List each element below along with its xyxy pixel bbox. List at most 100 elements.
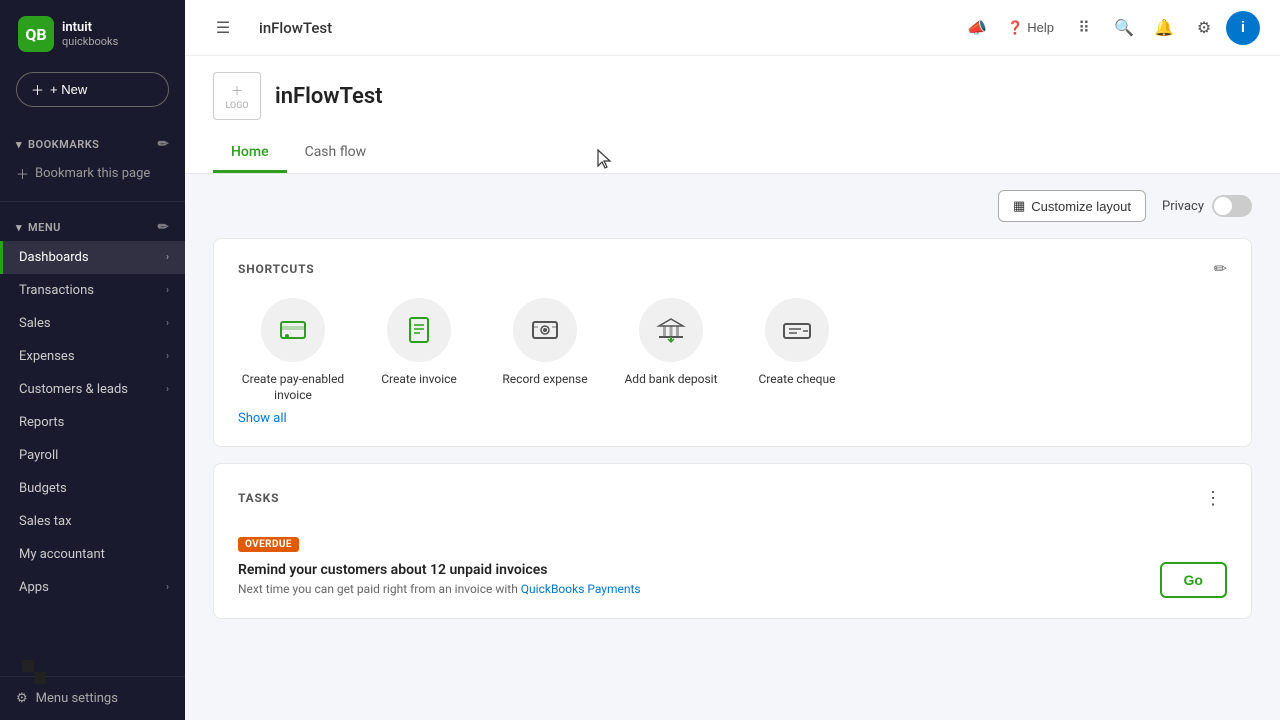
sidebar-item-dashboards[interactable]: Dashboards › bbox=[0, 241, 185, 274]
bottom-logo-icon bbox=[20, 658, 48, 690]
apps-grid-icon: ⠿ bbox=[1078, 18, 1090, 38]
sidebar-item-reports[interactable]: Reports bbox=[0, 406, 185, 439]
new-button[interactable]: ＋ + New bbox=[16, 72, 169, 107]
shortcut-label-pay-enabled: Create pay-enabled invoice bbox=[238, 372, 348, 403]
shortcut-icon-cheque bbox=[765, 298, 829, 362]
help-button[interactable]: ❓ Help bbox=[999, 14, 1062, 42]
company-header: ＋ LOGO inFlowTest Home Cash flow bbox=[185, 56, 1280, 174]
shortcut-create-invoice[interactable]: Create invoice bbox=[364, 298, 474, 403]
gear-icon: ⚙ bbox=[1197, 18, 1211, 38]
tasks-section-title: TASKS bbox=[238, 491, 279, 505]
plus-icon: ＋ bbox=[31, 80, 44, 99]
sidebar-item-apps[interactable]: Apps › bbox=[0, 571, 185, 604]
help-label: Help bbox=[1027, 20, 1054, 35]
task-title: Remind your customers about 12 unpaid in… bbox=[238, 562, 1144, 578]
show-all-label: Show all bbox=[238, 411, 287, 426]
sidebar-item-customers-leads[interactable]: Customers & leads › bbox=[0, 373, 185, 406]
notifications-icon-btn[interactable]: 🔔 bbox=[1146, 10, 1182, 46]
sidebar-item-transactions[interactable]: Transactions › bbox=[0, 274, 185, 307]
expenses-chevron: › bbox=[166, 351, 169, 362]
sidebar: QB intuit quickbooks ＋ + New ▾ BOOKMARKS… bbox=[0, 0, 185, 720]
three-dots-icon: ⋮ bbox=[1204, 488, 1222, 509]
user-avatar-btn[interactable]: i bbox=[1226, 11, 1260, 45]
tabs: Home Cash flow bbox=[213, 134, 1252, 173]
shortcut-label-bank-deposit: Add bank deposit bbox=[624, 372, 717, 388]
tab-home-label: Home bbox=[231, 144, 269, 160]
task-text-block: Remind your customers about 12 unpaid in… bbox=[238, 562, 1144, 596]
search-icon-btn[interactable]: 🔍 bbox=[1106, 10, 1142, 46]
budgets-label: Budgets bbox=[19, 481, 67, 496]
company-display-name: inFlowTest bbox=[275, 84, 383, 109]
sidebar-item-sales-tax[interactable]: Sales tax bbox=[0, 505, 185, 538]
quickbooks-payments-link[interactable]: QuickBooks Payments bbox=[521, 582, 641, 596]
tab-cash-flow-label: Cash flow bbox=[305, 144, 367, 160]
company-logo-box: ＋ LOGO bbox=[213, 72, 261, 120]
topbar-menu-icon[interactable]: ☰ bbox=[205, 10, 241, 46]
topbar-icons: 📣 ❓ Help ⠿ 🔍 🔔 ⚙ i bbox=[959, 10, 1260, 46]
customers-chevron: › bbox=[166, 384, 169, 395]
add-bookmark-icon: ＋ bbox=[16, 164, 29, 183]
sidebar-item-budgets[interactable]: Budgets bbox=[0, 472, 185, 505]
plus-logo-icon: ＋ bbox=[231, 82, 243, 99]
shortcut-add-bank-deposit[interactable]: Add bank deposit bbox=[616, 298, 726, 403]
announcements-icon-btn[interactable]: 📣 bbox=[959, 10, 995, 46]
apps-grid-icon-btn[interactable]: ⠿ bbox=[1066, 10, 1102, 46]
menu-section: ▾ MENU ✏ Dashboards › Transactions › Sal… bbox=[0, 206, 185, 612]
tasks-header: TASKS ⋮ bbox=[238, 484, 1227, 512]
shortcut-icon-invoice bbox=[387, 298, 451, 362]
menu-edit-icon[interactable]: ✏ bbox=[158, 220, 169, 235]
go-button[interactable]: Go bbox=[1160, 562, 1227, 598]
bookmarks-header: ▾ BOOKMARKS ✏ bbox=[0, 131, 185, 158]
avatar-initial: i bbox=[1241, 19, 1245, 36]
show-all-link[interactable]: Show all bbox=[238, 411, 1227, 426]
bookmarks-edit-icon[interactable]: ✏ bbox=[158, 137, 169, 152]
shortcut-icon-pay-enabled bbox=[261, 298, 325, 362]
dashboards-chevron: › bbox=[166, 252, 169, 263]
sidebar-divider-1 bbox=[0, 201, 185, 202]
sidebar-item-sales[interactable]: Sales › bbox=[0, 307, 185, 340]
topbar: ☰ inFlowTest 📣 ❓ Help ⠿ 🔍 🔔 ⚙ i bbox=[185, 0, 1280, 56]
reports-label: Reports bbox=[19, 415, 64, 430]
sidebar-item-expenses[interactable]: Expenses › bbox=[0, 340, 185, 373]
customize-layout-button[interactable]: ▦ Customize layout bbox=[998, 190, 1146, 222]
overdue-badge: OVERDUE bbox=[238, 537, 299, 552]
tab-cash-flow[interactable]: Cash flow bbox=[287, 134, 385, 173]
shortcut-create-pay-enabled-invoice[interactable]: Create pay-enabled invoice bbox=[238, 298, 348, 403]
task-description: Next time you can get paid right from an… bbox=[238, 582, 1144, 596]
shortcuts-grid: Create pay-enabled invoice Create invoic… bbox=[238, 298, 1227, 403]
sales-chevron: › bbox=[166, 318, 169, 329]
tasks-menu-button[interactable]: ⋮ bbox=[1199, 484, 1227, 512]
settings-icon-btn[interactable]: ⚙ bbox=[1186, 10, 1222, 46]
shortcuts-edit-icon[interactable]: ✏ bbox=[1214, 259, 1227, 278]
sales-tax-label: Sales tax bbox=[19, 514, 72, 529]
privacy-toggle[interactable] bbox=[1212, 195, 1252, 217]
tab-home[interactable]: Home bbox=[213, 134, 287, 173]
bookmarks-section: ▾ BOOKMARKS ✏ ＋ Bookmark this page bbox=[0, 123, 185, 197]
privacy-control: Privacy bbox=[1162, 195, 1252, 217]
brand-name-line2: quickbooks bbox=[62, 35, 118, 48]
bookmark-this-page-item[interactable]: ＋ Bookmark this page bbox=[0, 158, 185, 189]
task-desc-prefix: Next time you can get paid right from an… bbox=[238, 582, 521, 596]
content-area: ▦ Customize layout Privacy SHORTCUTS ✏ bbox=[185, 174, 1280, 651]
menu-title: MENU bbox=[28, 221, 61, 234]
shortcuts-section-title: SHORTCUTS bbox=[238, 262, 314, 276]
menu-settings-label: Menu settings bbox=[36, 691, 118, 706]
apps-chevron: › bbox=[166, 582, 169, 593]
qb-logo-icon: QB bbox=[18, 16, 54, 52]
shortcut-record-expense[interactable]: Record expense bbox=[490, 298, 600, 403]
menu-arrow: ▾ bbox=[16, 221, 22, 234]
privacy-label: Privacy bbox=[1162, 199, 1204, 214]
brand-name-line1: intuit bbox=[62, 20, 118, 36]
my-accountant-label: My accountant bbox=[19, 547, 105, 562]
expenses-label: Expenses bbox=[19, 349, 75, 364]
sales-label: Sales bbox=[19, 316, 51, 331]
task-row: Remind your customers about 12 unpaid in… bbox=[238, 562, 1227, 598]
transactions-label: Transactions bbox=[19, 283, 94, 298]
tasks-card: TASKS ⋮ OVERDUE Remind your customers ab… bbox=[213, 463, 1252, 619]
new-button-label: + New bbox=[50, 82, 87, 97]
sidebar-item-payroll[interactable]: Payroll bbox=[0, 439, 185, 472]
sidebar-item-my-accountant[interactable]: My accountant bbox=[0, 538, 185, 571]
dashboards-label: Dashboards bbox=[19, 250, 89, 265]
top-controls: ▦ Customize layout Privacy bbox=[213, 190, 1252, 222]
shortcut-create-cheque[interactable]: Create cheque bbox=[742, 298, 852, 403]
